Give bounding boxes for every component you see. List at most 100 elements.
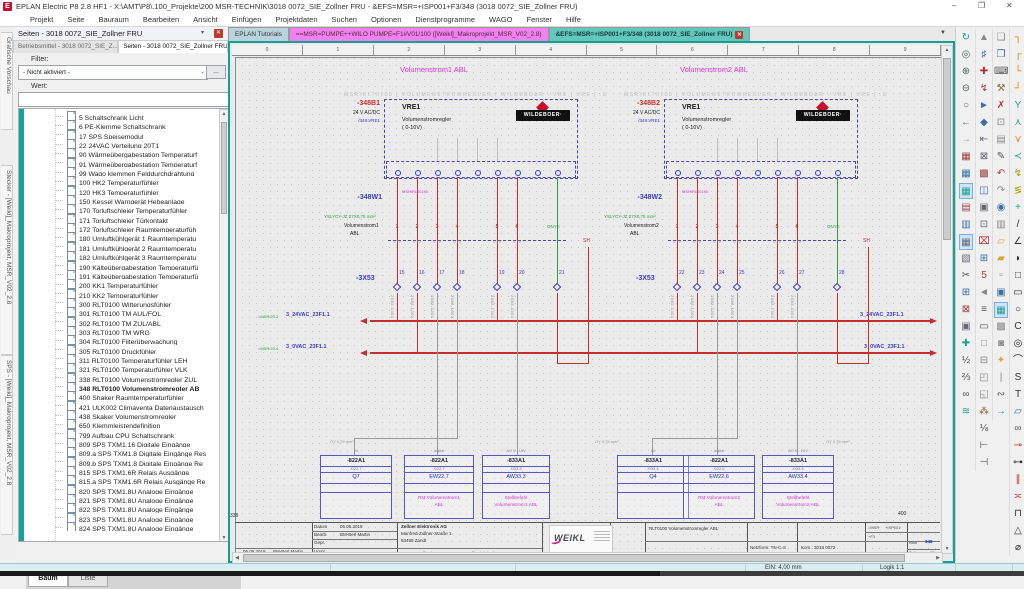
- tool-icon[interactable]: ⊠: [959, 302, 973, 318]
- wert-input[interactable]: [18, 92, 230, 107]
- tree-item[interactable]: 91 Wärmeübergabestation Temperaturf: [27, 158, 220, 167]
- tool-icon[interactable]: ◄: [977, 285, 991, 301]
- terminal-symbol[interactable]: [393, 283, 401, 291]
- tree-item[interactable]: 321 RLT0100 Temperaturfühler VLK: [27, 363, 220, 372]
- plc-reference-box[interactable]: BI -822A1 /022.7 Q7: [320, 455, 392, 519]
- tree-item[interactable]: 191 Kälteübergabestation Temperaturfü: [27, 270, 220, 279]
- tool-icon[interactable]: →: [959, 132, 973, 148]
- tool-icon[interactable]: ≡: [977, 302, 991, 318]
- menu-item[interactable]: Seite: [67, 15, 84, 24]
- tool-icon[interactable]: ▦: [959, 149, 973, 165]
- close-button[interactable]: ✕: [1006, 1, 1013, 10]
- tool-icon[interactable]: ◱: [977, 387, 991, 403]
- menu-item[interactable]: Ansicht: [193, 15, 218, 24]
- tree-item[interactable]: 338 RLT0100 Volumenstromregler ZUL: [27, 373, 220, 382]
- plc-reference-box[interactable]: BI -833A1 /033.4 Q4: [617, 455, 689, 519]
- tool-icon[interactable]: ○: [1011, 302, 1024, 318]
- tree-item[interactable]: 815.a SPS TXM1.6R Relais Ausgänge Re: [27, 475, 220, 484]
- tab-close-icon[interactable]: ✕: [735, 31, 743, 39]
- tool-icon[interactable]: ◎: [1011, 336, 1024, 352]
- tool-icon[interactable]: ◰: [977, 370, 991, 386]
- terminal-symbol[interactable]: [493, 283, 501, 291]
- tree-item[interactable]: 421 ULK002 Climaventa Datenaustausch: [27, 401, 220, 410]
- tool-icon[interactable]: ▭: [1011, 285, 1024, 301]
- plc-reference-box[interactable]: digital -822A1 /022.6 EW22.6 RM Volumens…: [683, 455, 755, 519]
- tool-icon[interactable]: ⋏: [1011, 115, 1024, 131]
- panel-tab[interactable]: Betriebsmittel - 3018 0072_SIE_Z...: [13, 40, 118, 53]
- tool-icon[interactable]: ⊶: [1011, 455, 1024, 471]
- tool-icon[interactable]: □: [977, 336, 991, 352]
- tool-icon[interactable]: ▩: [994, 319, 1008, 335]
- maximize-button[interactable]: ❐: [978, 1, 985, 10]
- tool-icon[interactable]: ►: [977, 98, 991, 114]
- tool-icon[interactable]: ∥: [1011, 472, 1024, 488]
- tree-item[interactable]: 311 RLT0100 Temperaturfühler LEH: [27, 354, 220, 363]
- tool-icon[interactable]: ⅛: [977, 421, 991, 437]
- tool-icon[interactable]: ⅔: [959, 370, 973, 386]
- tree-item[interactable]: 303 RLT0100 TM WRG: [27, 326, 220, 335]
- tool-icon[interactable]: ▣: [959, 319, 973, 335]
- tool-icon[interactable]: ▤: [994, 132, 1008, 148]
- tool-icon[interactable]: ≶: [1011, 183, 1024, 199]
- terminal-symbol[interactable]: [673, 283, 681, 291]
- tool-icon[interactable]: ∞: [1011, 421, 1024, 437]
- tree-item[interactable]: 22 24VAC Verteilung 20T1: [27, 139, 220, 148]
- document-tab[interactable]: &EFS=MSR=+ISP001+F3/348 (3018 0072_SIE_Z…: [549, 27, 751, 41]
- menu-item[interactable]: Fenster: [527, 15, 552, 24]
- tool-icon[interactable]: ▦: [994, 302, 1008, 318]
- tree-item[interactable]: 400 Shaker Raumtemperaturfühler: [27, 391, 220, 400]
- tool-icon[interactable]: ∾: [994, 387, 1008, 403]
- tool-icon[interactable]: T: [1011, 387, 1024, 403]
- tool-icon[interactable]: ▱: [1011, 404, 1024, 420]
- plc-reference-box[interactable]: AO 0...10V -833A1 /033.3 AW33.3 Stellbef…: [482, 455, 550, 519]
- tool-icon[interactable]: ┘: [1011, 81, 1024, 97]
- dock-tab-grafische-vorschau[interactable]: Grafische Vorschau: [1, 32, 13, 130]
- tool-icon[interactable]: ▫: [994, 268, 1008, 284]
- panel-close-icon[interactable]: ✕: [214, 29, 223, 38]
- terminal-symbol[interactable]: [713, 283, 721, 291]
- tool-icon[interactable]: ⋎: [1011, 132, 1024, 148]
- tree-item[interactable]: 824 SPS TXM1.8U Analoge Eingänge: [27, 522, 220, 531]
- tool-icon[interactable]: ❏: [994, 30, 1008, 46]
- tool-icon[interactable]: ♯: [977, 47, 991, 63]
- tree-item[interactable]: 180 Umluftkühlgerät 1 Raumtemperatu: [27, 232, 220, 241]
- tool-icon[interactable]: ←: [959, 115, 973, 131]
- pages-tree[interactable]: 5 Schaltschrank Licht6 PE-Klemme Schalts…: [18, 108, 230, 542]
- tree-item[interactable]: 304 RLT0100 Filterüberwachung: [27, 335, 220, 344]
- tree-item[interactable]: 190 Kälteübergabestation Temperaturfü: [27, 261, 220, 270]
- tool-icon[interactable]: ◙: [994, 336, 1008, 352]
- document-tab[interactable]: EPLAN Tutorials: [228, 27, 289, 41]
- tool-icon[interactable]: →: [994, 404, 1008, 420]
- tool-icon[interactable]: ◗: [1011, 251, 1024, 267]
- tool-icon[interactable]: ◆: [977, 115, 991, 131]
- tool-icon[interactable]: ⊖: [959, 81, 973, 97]
- schematic-canvas[interactable]: 0123456789 338 400 =MSR/23.2 3_24VAC_23F…: [228, 41, 955, 563]
- tool-icon[interactable]: ⊸: [1011, 438, 1024, 454]
- tool-icon[interactable]: +: [1011, 200, 1024, 216]
- tool-icon[interactable]: ┌: [1011, 47, 1024, 63]
- tree-scroll-thumb[interactable]: [221, 122, 227, 214]
- tool-icon[interactable]: ↯: [1011, 166, 1024, 182]
- tool-icon[interactable]: ▱: [994, 234, 1008, 250]
- vscroll-thumb[interactable]: [943, 58, 951, 240]
- terminal-symbol[interactable]: [693, 283, 701, 291]
- tree-item[interactable]: 305 RLT0100 Druckfühler: [27, 345, 220, 354]
- menu-item[interactable]: Projekt: [30, 15, 53, 24]
- tool-icon[interactable]: Y: [1011, 98, 1024, 114]
- menu-item[interactable]: Bauraum: [98, 15, 128, 24]
- tool-icon[interactable]: ≺: [1011, 149, 1024, 165]
- tree-item[interactable]: 150 Kessel Warngerät Hebeanlage: [27, 195, 220, 204]
- tool-icon[interactable]: ✚: [959, 336, 973, 352]
- dock-tab-sps[interactable]: SPS - [Weikl]_Makroprojekt, MSR_V02_2.8: [1, 355, 13, 535]
- tool-icon[interactable]: ⇤: [977, 132, 991, 148]
- tool-icon[interactable]: ⊠: [977, 149, 991, 165]
- tree-item[interactable]: 302 RLT0100 TM ZUL/ABL: [27, 317, 220, 326]
- tool-icon[interactable]: ⌒: [1011, 353, 1024, 369]
- tool-icon[interactable]: ▥: [994, 217, 1008, 233]
- tool-icon[interactable]: ⊡: [994, 115, 1008, 131]
- terminal-symbol[interactable]: [773, 283, 781, 291]
- tool-icon[interactable]: ↯: [977, 81, 991, 97]
- menu-item[interactable]: Projektdaten: [275, 15, 317, 24]
- tool-icon[interactable]: ↶: [994, 166, 1008, 182]
- tree-item[interactable]: 820 SPS TXM1.8U Analoge Eingänge: [27, 485, 220, 494]
